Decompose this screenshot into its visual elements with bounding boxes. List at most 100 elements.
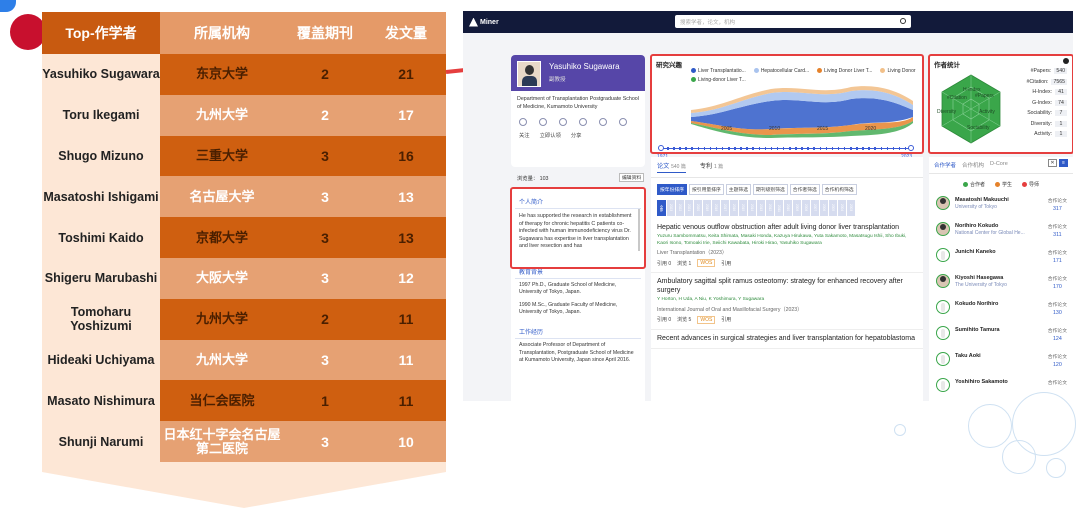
coauthor-item[interactable]: Sumihito Tamura 合作论文 124 — [929, 324, 1073, 350]
coauthor-item[interactable]: Masatoshi Makuuchi University of Tokyo 合作论… — [929, 194, 1073, 220]
filter-button[interactable]: 按引用量排序 — [689, 184, 724, 195]
year-button[interactable]: 2004 — [838, 200, 846, 216]
author-name[interactable]: Shugo Mizuno — [42, 135, 160, 177]
coauthor-item[interactable]: Kiyoshi Hasegawa The University of Tokyo 合… — [929, 272, 1073, 298]
year-button[interactable]: 2023 — [667, 200, 675, 216]
aminer-logo[interactable]: Miner — [469, 17, 499, 27]
profile-link-icons — [511, 116, 645, 128]
claim-button[interactable]: 立即认领 — [540, 131, 561, 139]
journal-count: 1 — [284, 380, 366, 422]
coauthor-avatar — [936, 378, 950, 392]
coauthor-list: Masatoshi Makuuchi University of Tokyo 合作论… — [929, 194, 1073, 401]
paper-title-link[interactable]: Recent advances in surgical strategies a… — [657, 334, 917, 343]
author-name[interactable]: Toru Ikegami — [42, 94, 160, 136]
coauthor-item[interactable]: Taku Aoki 合作论文 120 — [929, 350, 1073, 376]
author-org: 当仁会医院 — [160, 380, 284, 422]
paper-authors: Yuzuru Sambommatsu, Keita Shimata, Masak… — [657, 234, 907, 246]
search-input[interactable]: 搜索学者，论文，机构 — [675, 15, 911, 28]
author-name[interactable]: Masatoshi Ishigami — [42, 176, 160, 218]
year-button[interactable]: 2010 — [784, 200, 792, 216]
year-button[interactable]: 2022 — [676, 200, 684, 216]
paper-count: 13 — [366, 176, 446, 218]
author-name[interactable]: Masato Nishimura — [42, 380, 160, 422]
filter-button[interactable]: 主题筛选 — [725, 184, 751, 195]
author-name[interactable]: Shunji Narumi — [42, 421, 160, 462]
edit-profile-button[interactable]: 编辑资料 — [619, 173, 645, 182]
tab-papers[interactable]: 论文 540 篇 — [657, 161, 686, 173]
phone-icon[interactable] — [579, 118, 587, 126]
decorative-blue-shape — [0, 0, 16, 12]
year-button[interactable]: 2015 — [739, 200, 747, 216]
tab-papers-count: 540 篇 — [671, 164, 686, 170]
tab-patents[interactable]: 专利 1 篇 — [700, 161, 723, 173]
paper-title-link[interactable]: Ambulatory sagittal split ramus osteotom… — [657, 277, 917, 295]
ranking-row: Shunji Narumi 日本红十字会名古屋第二医院 3 10 — [42, 421, 446, 462]
cite-button[interactable]: 引用 — [721, 316, 731, 323]
year-button[interactable]: 2019 — [703, 200, 711, 216]
more-icon[interactable] — [619, 118, 627, 126]
cite-button[interactable]: 引用 — [721, 260, 731, 267]
year-filter: 全部 2023 2022 2021 2020 2019 2018 2017 2016 2015 20… — [651, 197, 923, 219]
author-name[interactable]: Tomoharu Yoshizumi — [42, 298, 160, 340]
paper-count: 17 — [366, 94, 446, 136]
paper-venue: Liver Transplantation（2023） — [657, 250, 728, 256]
filter-button[interactable]: 合作者筛选 — [789, 184, 820, 195]
search-icon[interactable] — [900, 18, 906, 24]
year-button[interactable]: 2012 — [766, 200, 774, 216]
tab-coauthors[interactable]: 合作学者 — [934, 161, 956, 169]
tab-patents-count: 1 篇 — [713, 164, 724, 170]
close-icon[interactable]: ✕ — [1048, 159, 1057, 167]
filter-button[interactable]: 期刊级别筛选 — [753, 184, 788, 195]
header-papers: 发文量 — [366, 12, 446, 54]
year-all-button[interactable]: 全部 — [657, 200, 666, 216]
coauthor-item[interactable]: Norihiro Kokudo National Center for Globa… — [929, 220, 1073, 246]
year-button[interactable]: 2009 — [793, 200, 801, 216]
list-view-icon[interactable]: ≡ — [1059, 159, 1068, 167]
journal-count: 3 — [284, 217, 366, 258]
profile-affiliation: Department of Transplantation Postgradua… — [517, 96, 639, 110]
coauthor-item[interactable]: Junichi Kaneko 合作论文 171 — [929, 246, 1073, 272]
location-icon[interactable] — [599, 118, 607, 126]
homepage-icon[interactable] — [519, 118, 527, 126]
year-button[interactable]: 2020 — [694, 200, 702, 216]
year-button[interactable]: 2003 — [847, 200, 855, 216]
year-button[interactable]: 2013 — [757, 200, 765, 216]
year-button[interactable]: 2017 — [721, 200, 729, 216]
year-button[interactable]: 2008 — [802, 200, 810, 216]
author-name[interactable]: Shigeru Marubashi — [42, 257, 160, 299]
google-scholar-icon[interactable] — [539, 118, 547, 126]
tab-dcore[interactable]: D-Core — [990, 161, 1008, 169]
year-button[interactable]: 2011 — [775, 200, 783, 216]
follow-button[interactable]: 关注 — [519, 131, 530, 139]
paper-title-link[interactable]: Hepatic venous outflow obstruction after… — [657, 223, 917, 232]
filter-button[interactable]: 按年份排序 — [657, 184, 687, 195]
highlight-author-stats — [928, 54, 1073, 154]
profile-card: Yasuhiko Sugawara 副教授 Department of Tran… — [511, 55, 645, 167]
coauthors-panel: 合作学者 合作机构 D-Core ✕ ≡ 合作者 学生 导师 Masatoshi M… — [929, 157, 1073, 401]
paper-count: 11 — [366, 298, 446, 340]
coauthor-count-value: 170 — [1052, 284, 1062, 290]
author-name[interactable]: Yasuhiko Sugawara — [42, 54, 160, 95]
author-org: 九州大学 — [160, 298, 284, 340]
coauthor-avatar — [936, 274, 950, 288]
author-name[interactable]: Hideaki Uchiyama — [42, 339, 160, 381]
year-button[interactable]: 2007 — [811, 200, 819, 216]
year-button[interactable]: 2021 — [685, 200, 693, 216]
year-button[interactable]: 2016 — [730, 200, 738, 216]
ranking-row: Yasuhiko Sugawara 东京大学 2 21 — [42, 54, 446, 95]
year-button[interactable]: 2006 — [820, 200, 828, 216]
year-button[interactable]: 2014 — [748, 200, 756, 216]
tab-co-institutions[interactable]: 合作机构 — [962, 161, 984, 169]
journal-count: 3 — [284, 257, 366, 299]
author-name[interactable]: Toshimi Kaido — [42, 217, 160, 258]
share-button[interactable]: 分享 — [571, 131, 582, 139]
year-button[interactable]: 2005 — [829, 200, 837, 216]
ranking-chevron — [42, 471, 446, 508]
year-button[interactable]: 2018 — [712, 200, 720, 216]
author-org: 三重大学 — [160, 135, 284, 177]
email-icon[interactable] — [559, 118, 567, 126]
decorative-ring — [968, 404, 1012, 448]
coauthor-item[interactable]: Kokudo Norihiro 合作论文 130 — [929, 298, 1073, 324]
filter-button[interactable]: 合作机构筛选 — [821, 184, 857, 195]
header-journals: 覆盖期刊 — [284, 12, 366, 54]
